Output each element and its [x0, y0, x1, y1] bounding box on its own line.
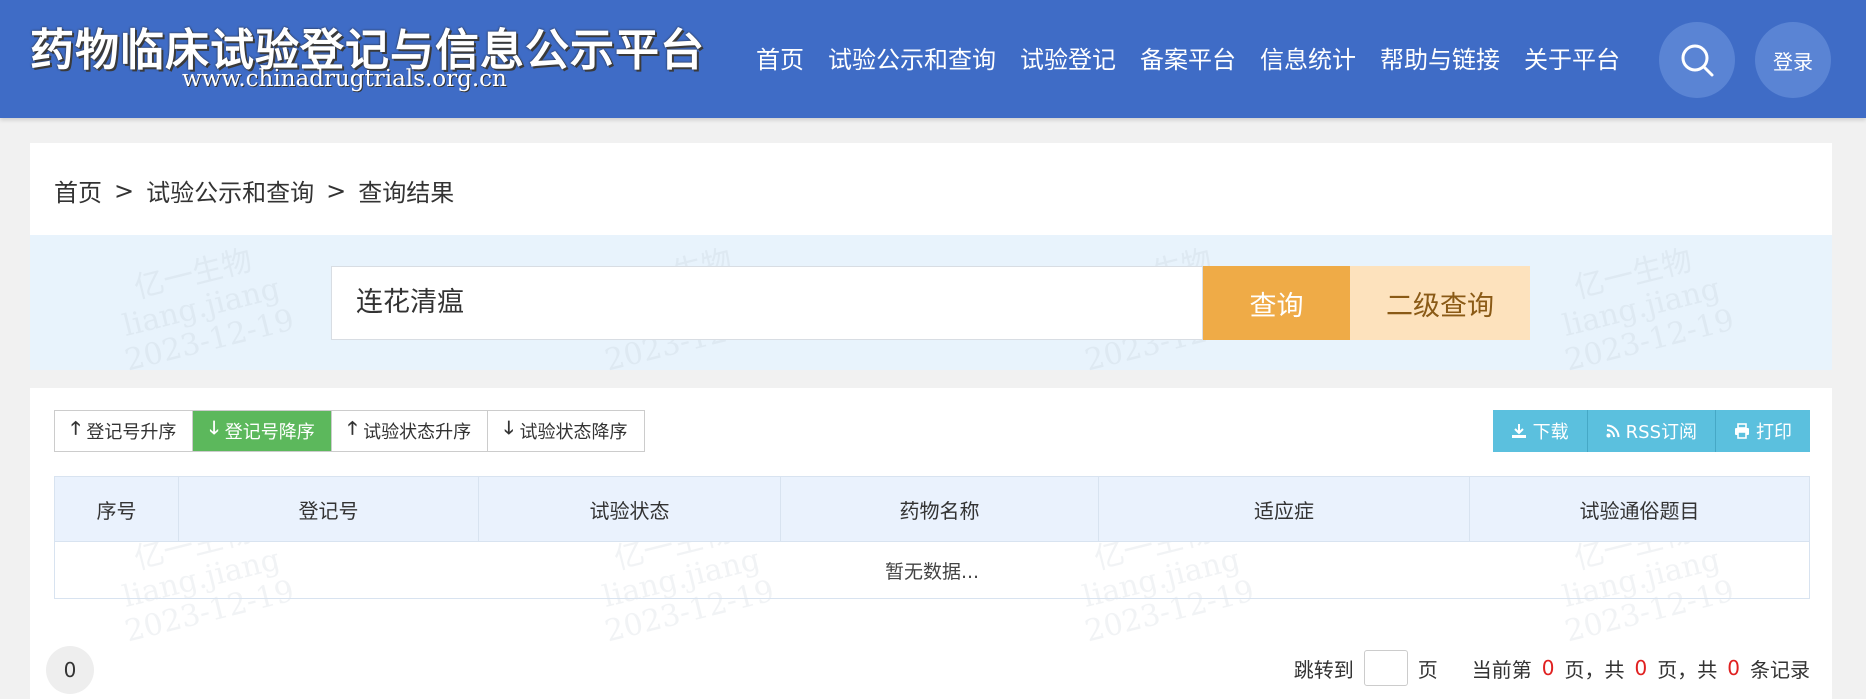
header-search-button[interactable]	[1659, 22, 1735, 98]
nav-item-trial-registration[interactable]: 试验登记	[1008, 42, 1128, 78]
column-header-reg-no: 登记号	[178, 476, 479, 542]
table-row: 暂无数据...	[54, 541, 1810, 599]
top-header: 药物临床试验登记与信息公示平台 www.chinadrugtrials.org.…	[0, 0, 1866, 118]
sort-regno-asc-button[interactable]: 🡑 登记号升序	[55, 411, 194, 451]
arrow-up-icon: 🡑	[71, 418, 81, 439]
search-button[interactable]: 查询	[1203, 266, 1350, 340]
download-label: 下载	[1532, 422, 1569, 443]
arrow-up-icon: 🡑	[347, 418, 358, 439]
table-header-row: 序号 登记号 试验状态 药物名称 适应症 试验通俗题目	[54, 476, 1810, 542]
sort-status-asc-button[interactable]: 🡑 试验状态升序	[331, 411, 489, 451]
current-page-suffix: 页，共	[1564, 657, 1625, 682]
rss-subscribe-button[interactable]: RSS订阅	[1587, 410, 1716, 452]
arrow-down-icon: 🡓	[209, 418, 219, 439]
breadcrumb-separator: >	[114, 176, 135, 205]
watermark: 亿一生物liang.jiang2023-12-19	[1559, 243, 1738, 379]
site-url: www.chinadrugtrials.org.cn	[182, 66, 507, 92]
breadcrumb-trial-query[interactable]: 试验公示和查询	[146, 173, 314, 208]
nav-item-home[interactable]: 首页	[756, 42, 816, 78]
breadcrumb-card: 首页 > 试验公示和查询 > 查询结果	[30, 143, 1832, 235]
current-page-prefix: 当前第	[1471, 657, 1532, 682]
total-pages-value: 0	[1634, 656, 1648, 680]
results-table: 序号 登记号 试验状态 药物名称 适应症 试验通俗题目 暂无数据...	[54, 476, 1810, 599]
sort-regno-desc-button[interactable]: 🡓 登记号降序	[193, 411, 332, 451]
print-label: 打印	[1756, 422, 1792, 443]
main-nav: 首页 试验公示和查询 试验登记 备案平台 信息统计 帮助与链接 关于平台	[756, 42, 1632, 78]
column-header-popular-title: 试验通俗题目	[1469, 476, 1810, 542]
page-unit-label: 页	[1417, 657, 1438, 682]
watermark: 亿一生物liang.jiang2023-12-19	[119, 243, 298, 379]
action-button-group: 下载 RSS订阅 打印	[1492, 410, 1810, 452]
download-icon	[1511, 424, 1526, 438]
search-icon	[1681, 44, 1714, 77]
search-input[interactable]: 连花清瘟	[331, 266, 1203, 340]
breadcrumb-current: 查询结果	[358, 179, 455, 207]
nav-item-about[interactable]: 关于平台	[1512, 42, 1632, 78]
sort-button-group: 🡑 登记号升序 🡓 登记号降序 🡑 试验状态升序 🡓 试验状态降序	[54, 410, 645, 452]
pagination: 跳转到 页 当前第 0 页，共 0 页，共 0 条记录	[1294, 650, 1810, 686]
sort-label: 登记号降序	[224, 422, 315, 443]
result-count-badge: 0	[46, 646, 94, 694]
empty-table-message: 暂无数据...	[54, 541, 1810, 599]
sort-label: 试验状态升序	[363, 422, 472, 443]
nav-item-help-links[interactable]: 帮助与链接	[1368, 42, 1512, 78]
download-button[interactable]: 下载	[1492, 410, 1588, 452]
breadcrumb: 首页 > 试验公示和查询 > 查询结果	[54, 173, 454, 208]
column-header-drug-name: 药物名称	[780, 476, 1099, 542]
rss-label: RSS订阅	[1625, 422, 1697, 443]
advanced-search-button[interactable]: 二级查询	[1350, 266, 1530, 340]
arrow-down-icon: 🡓	[504, 418, 514, 439]
nav-item-filing-platform[interactable]: 备案平台	[1128, 42, 1248, 78]
nav-item-trial-query[interactable]: 试验公示和查询	[816, 42, 1008, 78]
column-header-indication: 适应症	[1098, 476, 1470, 542]
breadcrumb-home[interactable]: 首页	[54, 173, 102, 208]
total-records-value: 0	[1727, 656, 1740, 680]
total-pages-suffix: 页，共	[1657, 657, 1718, 682]
results-card: 亿一生物 liang.jiang 2023-12-19 亿一生物 liang.jian…	[30, 388, 1832, 699]
current-page-value: 0	[1541, 656, 1555, 680]
column-header-index: 序号	[54, 476, 179, 542]
print-button[interactable]: 打印	[1716, 410, 1810, 452]
jump-label: 跳转到	[1293, 657, 1354, 682]
records-suffix: 条记录	[1750, 657, 1810, 682]
sort-label: 试验状态降序	[519, 422, 628, 443]
login-button[interactable]: 登录	[1755, 22, 1831, 98]
nav-item-statistics[interactable]: 信息统计	[1248, 42, 1368, 78]
breadcrumb-separator: >	[326, 176, 347, 205]
rss-icon	[1606, 424, 1620, 438]
jump-page-input[interactable]	[1363, 650, 1408, 686]
column-header-status: 试验状态	[478, 476, 781, 542]
search-band: 亿一生物liang.jiang2023-12-19 亿一生物liang.jian…	[30, 235, 1832, 378]
sort-status-desc-button[interactable]: 🡓 试验状态降序	[488, 411, 644, 451]
sort-label: 登记号升序	[86, 422, 177, 443]
print-icon	[1735, 423, 1749, 439]
